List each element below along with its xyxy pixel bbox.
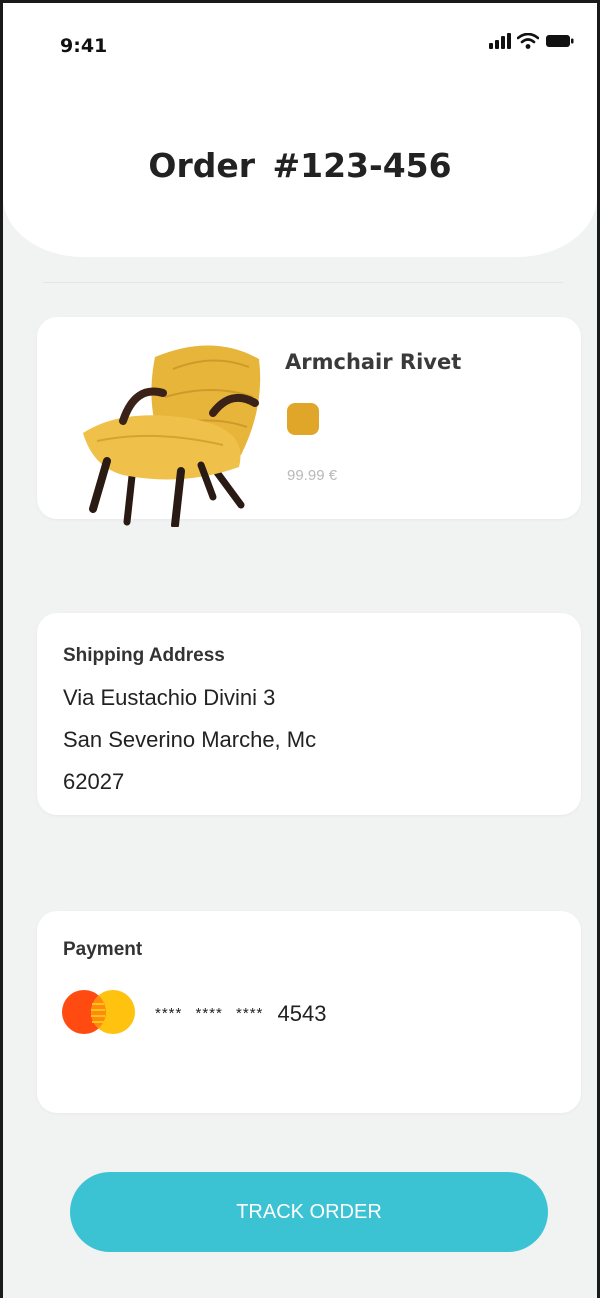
payment-card: Payment **** **** **** 4543	[37, 911, 581, 1113]
product-card[interactable]: Armchair Rivet 99.99 €	[37, 317, 581, 529]
shipping-heading: Shipping Address	[63, 645, 225, 666]
page-title: Order #123-456	[148, 146, 452, 185]
address-line: San Severino Marche, Mc	[63, 727, 317, 752]
payment-heading: Payment	[63, 939, 143, 960]
product-price: 99.99 €	[287, 467, 338, 484]
phone-screen: 9:41 Order #123-456 Armchair Rivet 99.99…	[0, 0, 600, 1298]
product-name: Armchair Rivet	[285, 350, 462, 374]
status-icons	[489, 32, 575, 53]
divider	[43, 282, 563, 283]
shipping-card: Shipping Address Via Eustachio Divini 3 …	[37, 613, 581, 815]
mastercard-icon	[61, 989, 137, 1035]
header: 9:41 Order #123-456	[3, 3, 597, 257]
wifi-icon	[516, 32, 540, 53]
status-time: 9:41	[60, 35, 108, 57]
track-order-button[interactable]: TRACK ORDER	[70, 1172, 548, 1252]
armchair-image	[63, 337, 263, 529]
card-number-mask: **** **** ****	[155, 1005, 264, 1022]
address-line: 62027	[63, 769, 125, 794]
card-number: **** **** **** 4543	[155, 1001, 326, 1027]
battery-icon	[545, 33, 575, 53]
color-swatch[interactable]	[287, 403, 319, 435]
card-number-last4: 4543	[277, 1001, 327, 1026]
address-line: Via Eustachio Divini 3	[63, 685, 276, 710]
signal-icon	[489, 33, 511, 53]
